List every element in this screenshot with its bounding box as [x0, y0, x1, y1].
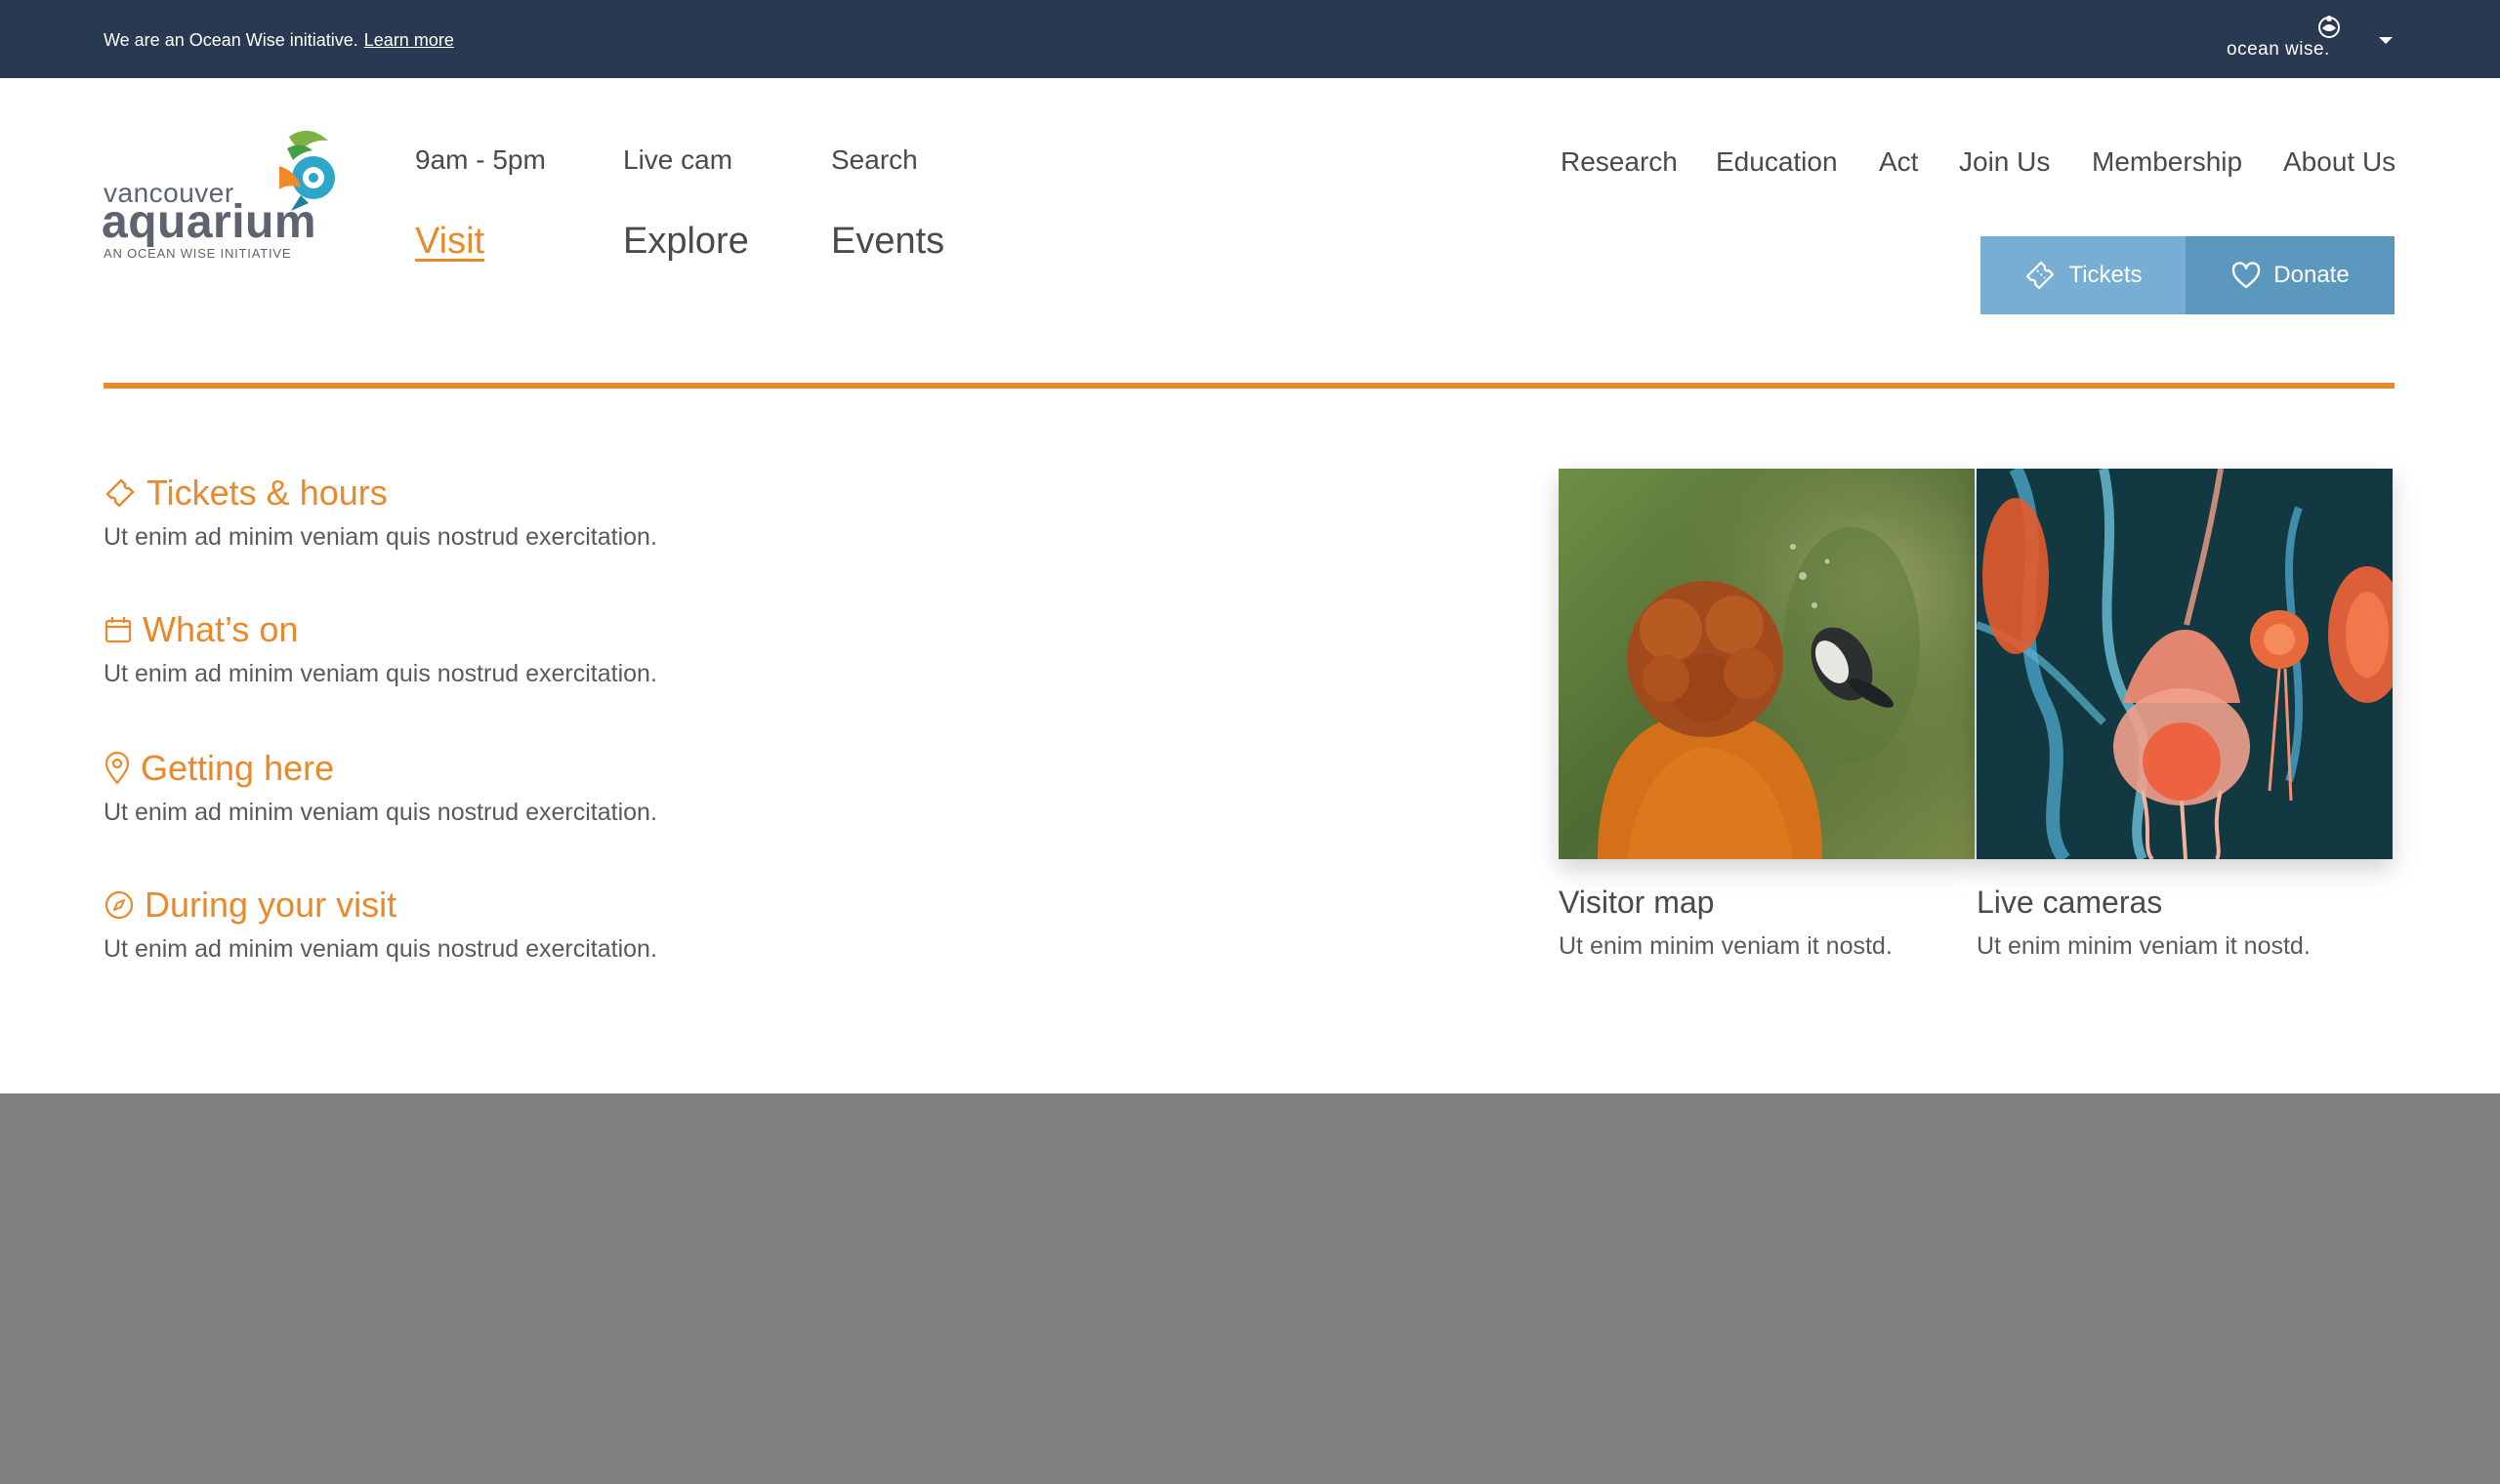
- donate-button[interactable]: Donate: [2186, 236, 2395, 314]
- compass-icon: [104, 890, 134, 920]
- live-cameras-image[interactable]: [1977, 469, 2393, 859]
- visitor-map-image[interactable]: [1559, 469, 1975, 859]
- penguin-photo: [1559, 469, 1975, 859]
- nav-education[interactable]: Education: [1716, 146, 1838, 178]
- learn-more-link[interactable]: Learn more: [364, 30, 454, 50]
- link-description: Ut enim ad minim veniam quis nostrud exe…: [104, 935, 657, 963]
- tickets-hours-link[interactable]: Tickets & hours: [104, 473, 657, 514]
- logo-line-tagline: AN OCEAN WISE INITIATIVE: [104, 246, 292, 261]
- heart-icon: [2232, 262, 2261, 289]
- nav-act[interactable]: Act: [1879, 146, 1918, 178]
- notice-text: We are an Ocean Wise initiative.: [104, 30, 358, 50]
- link-title: What’s on: [143, 609, 299, 649]
- footer-placeholder: [0, 1093, 2500, 1484]
- ocean-wise-notice: We are an Ocean Wise initiative. Learn mo…: [104, 29, 454, 51]
- list-item: Tickets & hours Ut enim ad minim veniam …: [104, 473, 657, 552]
- ocean-wise-logo[interactable]: ocean wise.: [2225, 14, 2342, 62]
- ocean-wise-wordmark: ocean wise.: [2227, 39, 2330, 60]
- ticket-icon: [105, 478, 135, 508]
- hours-link[interactable]: 9am - 5pm: [415, 144, 546, 176]
- nav-join-us[interactable]: Join Us: [1959, 146, 2050, 178]
- nav-explore[interactable]: Explore: [623, 221, 749, 263]
- live-cam-link[interactable]: Live cam: [623, 144, 732, 176]
- link-description: Ut enim ad minim veniam quis nostrud exe…: [104, 660, 657, 687]
- nav-research[interactable]: Research: [1561, 146, 1678, 178]
- link-title: Tickets & hours: [146, 473, 388, 513]
- tickets-button[interactable]: Tickets: [1980, 236, 2186, 314]
- nav-about-us[interactable]: About Us: [2283, 146, 2396, 178]
- section-divider: [104, 383, 2395, 389]
- list-item: Getting here Ut enim ad minim veniam qui…: [104, 748, 657, 827]
- card-title[interactable]: Live cameras: [1977, 885, 2393, 921]
- aquarium-fish-logo-icon: [279, 130, 335, 211]
- whats-on-link[interactable]: What’s on: [104, 609, 657, 650]
- chevron-down-icon[interactable]: [2379, 37, 2393, 44]
- live-cameras-card: Live cameras Ut enim minim veniam it nos…: [1977, 469, 2393, 961]
- list-item: During your visit Ut enim ad minim venia…: [104, 885, 657, 964]
- donate-button-label: Donate: [2273, 262, 2350, 288]
- search-link[interactable]: Search: [831, 144, 918, 176]
- link-description: Ut enim ad minim veniam quis nostrud exe…: [104, 523, 657, 551]
- link-title: During your visit: [145, 885, 397, 925]
- list-item: What’s on Ut enim ad minim veniam quis n…: [104, 609, 657, 688]
- nav-visit[interactable]: Visit: [415, 221, 484, 263]
- map-pin-icon: [104, 752, 130, 785]
- card-title[interactable]: Visitor map: [1559, 885, 1975, 921]
- getting-here-link[interactable]: Getting here: [104, 748, 657, 789]
- card-description: Ut enim minim veniam it nostd.: [1977, 932, 2311, 960]
- nav-membership[interactable]: Membership: [2092, 146, 2242, 178]
- jellyfish-photo: [1977, 469, 2393, 859]
- link-description: Ut enim ad minim veniam quis nostrud exe…: [104, 799, 657, 826]
- ticket-icon: [2026, 261, 2055, 290]
- visitor-map-card: Visitor map Ut enim minim veniam it nost…: [1559, 469, 1975, 961]
- calendar-icon: [104, 617, 132, 643]
- card-description: Ut enim minim veniam it nostd.: [1559, 932, 1893, 960]
- top-notice-bar: We are an Ocean Wise initiative. Learn mo…: [0, 0, 2500, 78]
- link-title: Getting here: [141, 748, 335, 788]
- during-your-visit-link[interactable]: During your visit: [104, 885, 657, 926]
- nav-events[interactable]: Events: [831, 221, 944, 263]
- tickets-button-label: Tickets: [2068, 262, 2143, 288]
- vancouver-aquarium-logo[interactable]: vancouver aquarium AN OCEAN WISE INITIAT…: [102, 127, 338, 264]
